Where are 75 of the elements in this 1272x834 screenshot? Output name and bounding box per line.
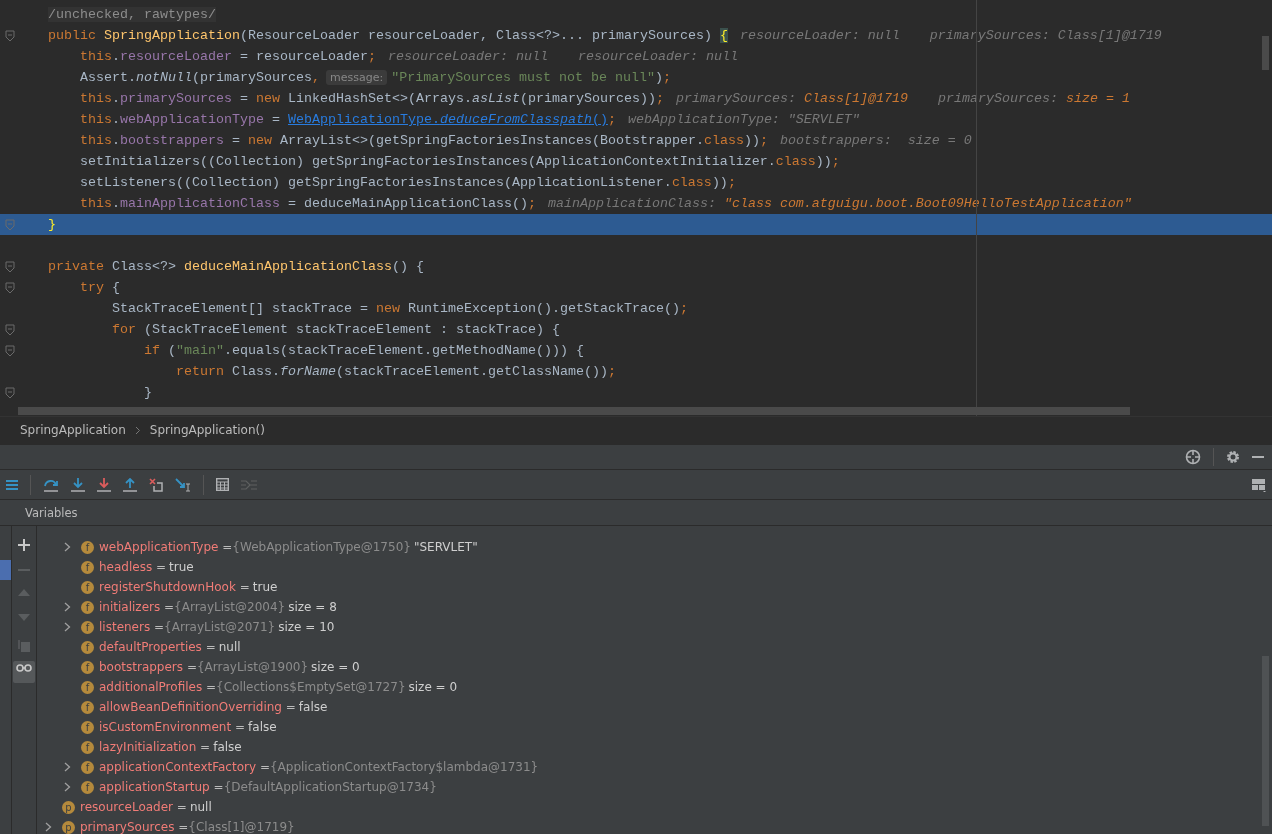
code-line: try {: [79, 280, 120, 295]
variable-entry[interactable]: applicationStartup ={DefaultApplicationStartup@1734}: [99, 780, 437, 794]
variable-entry[interactable]: listeners ={ArrayList@2071} size = 10: [99, 620, 335, 634]
fold-marker-icon[interactable]: [5, 260, 15, 273]
horizontal-scrollbar[interactable]: [18, 407, 1130, 415]
drop-frame-icon[interactable]: [149, 477, 163, 492]
code-line: }: [143, 385, 152, 400]
fold-marker-icon[interactable]: [5, 323, 15, 336]
variable-entry[interactable]: bootstrappers ={ArrayList@1900} size = 0: [99, 660, 360, 674]
variable-type-badge: f: [81, 600, 94, 614]
code-line: this.webApplicationType = WebApplicationType.deduceFromClasspath(); webApplicationType: "SERVLET": [79, 112, 860, 127]
code-line: this.resourceLoader = resourceLoader; resourceLoader: null resourceLoader: null: [79, 49, 738, 64]
variable-entry[interactable]: initializers ={ArrayList@2004} size = 8: [99, 600, 337, 614]
variable-type-badge: f: [81, 660, 94, 674]
scrollbar-thumb[interactable]: [1262, 36, 1269, 70]
code-line: public SpringApplication(ResourceLoader resourceLoader, Class<?>... primarySources) { resourceLoader: null primarySources: Class[1]@1719: [48, 28, 1162, 43]
fold-marker-icon[interactable]: [5, 29, 15, 42]
variable-entry[interactable]: webApplicationType ={WebApplicationType@1750} "SERVLET": [99, 540, 478, 554]
code-line: for (StackTraceElement stackTraceElement : stackTrace) {: [111, 322, 560, 337]
code-line: }: [48, 217, 56, 232]
fold-marker-icon[interactable]: [5, 281, 15, 294]
variable-type-badge: p: [62, 820, 75, 834]
breadcrumb[interactable]: SpringApplication(): [149, 423, 265, 437]
code-line: setListeners((Collection) getSpringFactoriesInstances(ApplicationListener.class));: [79, 175, 736, 190]
variable-type-badge: f: [81, 540, 94, 554]
code-line: this.primarySources = new LinkedHashSet<>(Arrays.asList(primarySources)); primarySources: Class[1]@1719 primarySources: size = 1: [79, 91, 1131, 106]
variable-type-badge: f: [81, 580, 94, 594]
crosshair-icon[interactable]: [1185, 449, 1201, 465]
minimize-icon[interactable]: [1252, 455, 1264, 459]
variable-type-badge: f: [81, 780, 94, 794]
step-out-icon[interactable]: [123, 477, 137, 492]
force-step-into-icon[interactable]: [97, 477, 111, 492]
variable-entry[interactable]: defaultProperties = null: [99, 640, 241, 654]
layout-icon[interactable]: [1252, 477, 1266, 492]
code-line: StackTraceElement[] stackTrace = new RuntimeException().getStackTrace();: [111, 301, 688, 316]
step-over-icon[interactable]: [43, 477, 59, 492]
variable-type-badge: f: [81, 560, 94, 574]
variable-entry[interactable]: headless = true: [99, 560, 194, 574]
code-line: return Class.forName(stackTraceElement.getClassName());: [175, 364, 616, 379]
variable-type-badge: f: [81, 760, 94, 774]
run-to-cursor-icon[interactable]: [175, 477, 191, 492]
menu-icon[interactable]: [6, 479, 18, 490]
glasses-icon: [16, 664, 32, 672]
variable-entry[interactable]: isCustomEnvironment = false: [99, 720, 277, 734]
add-icon[interactable]: [18, 539, 30, 551]
code-line: if ("main".equals(stackTraceElement.getMethodName())) {: [143, 343, 584, 358]
variable-type-badge: f: [81, 680, 94, 694]
variable-entry[interactable]: applicationContextFactory ={ApplicationContextFactory$lambda@1731}: [99, 760, 539, 774]
breadcrumb[interactable]: SpringApplication: [20, 423, 126, 437]
code-line: this.bootstrappers = new ArrayList<>(getSpringFactoriesInstances(Bootstrapper.class)); bootstrappers: size = 0: [79, 133, 972, 148]
variable-entry[interactable]: primarySources ={Class[1]@1719}: [80, 820, 295, 834]
chevron-right-icon: [134, 425, 141, 435]
fold-marker-icon[interactable]: [5, 218, 15, 231]
calculator-icon[interactable]: [216, 478, 229, 491]
step-into-icon[interactable]: [71, 477, 85, 492]
variable-entry[interactable]: allowBeanDefinitionOverriding = false: [99, 700, 328, 714]
variable-entry[interactable]: resourceLoader = null: [80, 800, 212, 814]
variables-tab[interactable]: Variables: [25, 505, 78, 520]
code-line: setInitializers((Collection) getSpringFactoriesInstances(ApplicationContextInitializer.class));: [79, 154, 840, 169]
fold-marker-icon[interactable]: [5, 344, 15, 357]
code-line: private Class<?> deduceMainApplicationClass() {: [48, 259, 424, 274]
variable-type-badge: f: [81, 720, 94, 734]
fold-marker-icon[interactable]: [5, 386, 15, 399]
code-line: this.mainApplicationClass = deduceMainApplicationClass(); mainApplicationClass: "class com.atguigu.boot.Boot09HelloTestApplication": [79, 196, 1133, 211]
code-line: Assert.notNull(primarySources, message: "PrimarySources must not be null");: [79, 70, 672, 85]
variable-type-badge: f: [81, 620, 94, 634]
variable-type-badge: f: [81, 640, 94, 654]
variable-entry[interactable]: lazyInitialization = false: [99, 740, 242, 754]
variable-type-badge: f: [81, 700, 94, 714]
glasses-toggle[interactable]: [13, 661, 35, 683]
variable-type-badge: p: [62, 800, 75, 814]
variable-type-badge: f: [81, 740, 94, 754]
settings-icon[interactable]: [1226, 450, 1240, 464]
variable-entry[interactable]: additionalProfiles ={Collections$EmptySet@1727} size = 0: [99, 680, 458, 694]
variable-entry[interactable]: registerShutdownHook = true: [99, 580, 278, 594]
